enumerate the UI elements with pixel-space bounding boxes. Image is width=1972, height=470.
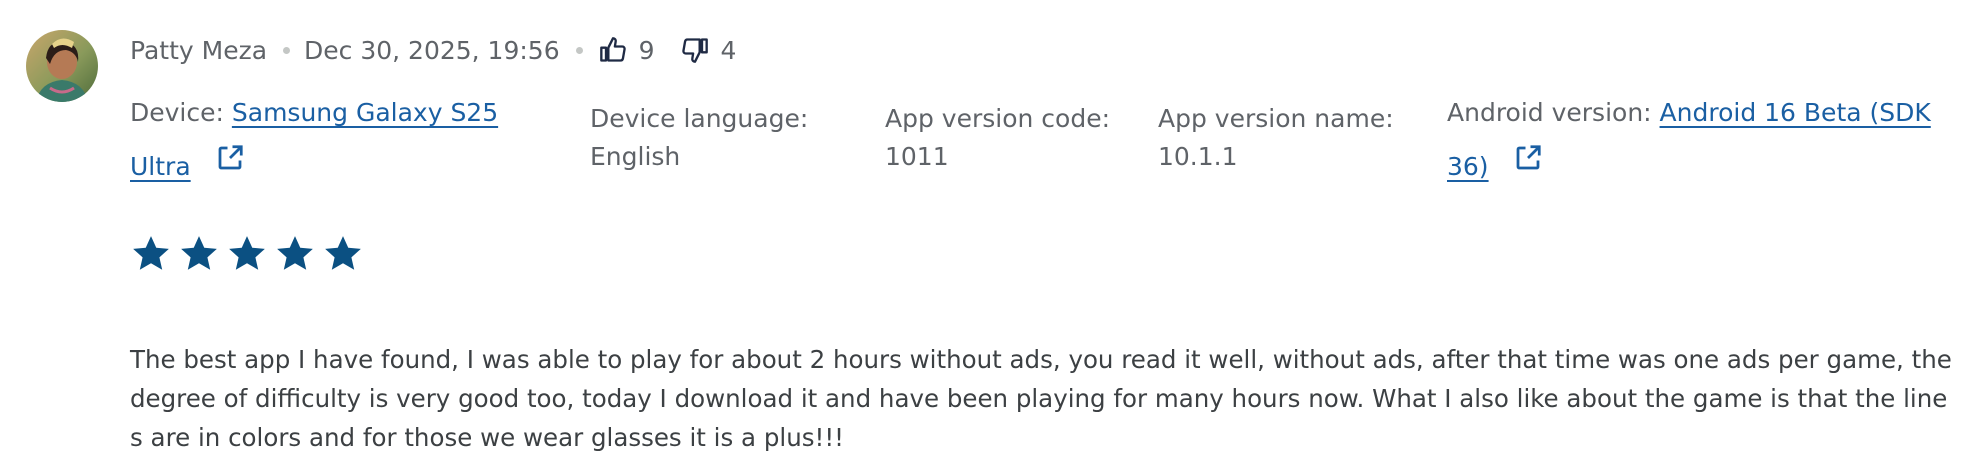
android-label: Android version: bbox=[1447, 98, 1660, 127]
star-icon bbox=[274, 233, 316, 275]
device-label: Device: bbox=[130, 98, 232, 127]
star-rating bbox=[130, 233, 364, 275]
upvote-button[interactable]: 9 bbox=[599, 36, 655, 65]
downvote-count: 4 bbox=[720, 35, 737, 65]
review-header: Patty Meza Dec 30, 2025, 19:56 9 4 bbox=[130, 30, 736, 70]
language-label: Device language: bbox=[590, 104, 809, 133]
android-version-link-continued[interactable]: 36) bbox=[1447, 152, 1489, 181]
version-name-value: 10.1.1 bbox=[1158, 142, 1238, 171]
author-name: Patty Meza bbox=[130, 35, 268, 65]
review-date: Dec 30, 2025, 19:56 bbox=[304, 35, 560, 65]
version-name-info: App version name: 10.1.1 bbox=[1158, 100, 1394, 176]
star-icon bbox=[130, 233, 172, 275]
android-info: Android version: Android 16 Beta (SDK 36… bbox=[1447, 86, 1931, 194]
star-icon bbox=[322, 233, 364, 275]
version-code-value: 1011 bbox=[885, 142, 949, 171]
version-code-label: App version code: bbox=[885, 104, 1111, 133]
device-link-continued[interactable]: Ultra bbox=[130, 152, 191, 181]
separator-dot bbox=[283, 46, 291, 54]
upvote-count: 9 bbox=[638, 35, 655, 65]
open-in-new-icon[interactable] bbox=[215, 138, 245, 192]
android-version-link[interactable]: Android 16 Beta (SDK bbox=[1660, 98, 1931, 127]
avatar bbox=[26, 30, 98, 102]
device-link[interactable]: Samsung Galaxy S25 bbox=[232, 98, 498, 127]
review-text: The best app I have found, I was able to… bbox=[130, 345, 1952, 452]
separator-dot bbox=[575, 46, 583, 54]
downvote-button[interactable]: 4 bbox=[681, 35, 737, 65]
review-card: Patty Meza Dec 30, 2025, 19:56 9 4 Devic… bbox=[0, 0, 1972, 470]
language-info: Device language: English bbox=[590, 100, 808, 176]
version-name-label: App version name: bbox=[1158, 104, 1394, 133]
open-in-new-icon[interactable] bbox=[1513, 138, 1543, 192]
language-value: English bbox=[590, 142, 681, 171]
version-code-info: App version code: 1011 bbox=[885, 100, 1110, 176]
star-icon bbox=[178, 233, 220, 275]
device-info: Device: Samsung Galaxy S25 Ultra bbox=[130, 86, 498, 194]
thumb-down-icon bbox=[681, 36, 709, 64]
thumb-up-icon bbox=[599, 36, 627, 64]
star-icon bbox=[226, 233, 268, 275]
